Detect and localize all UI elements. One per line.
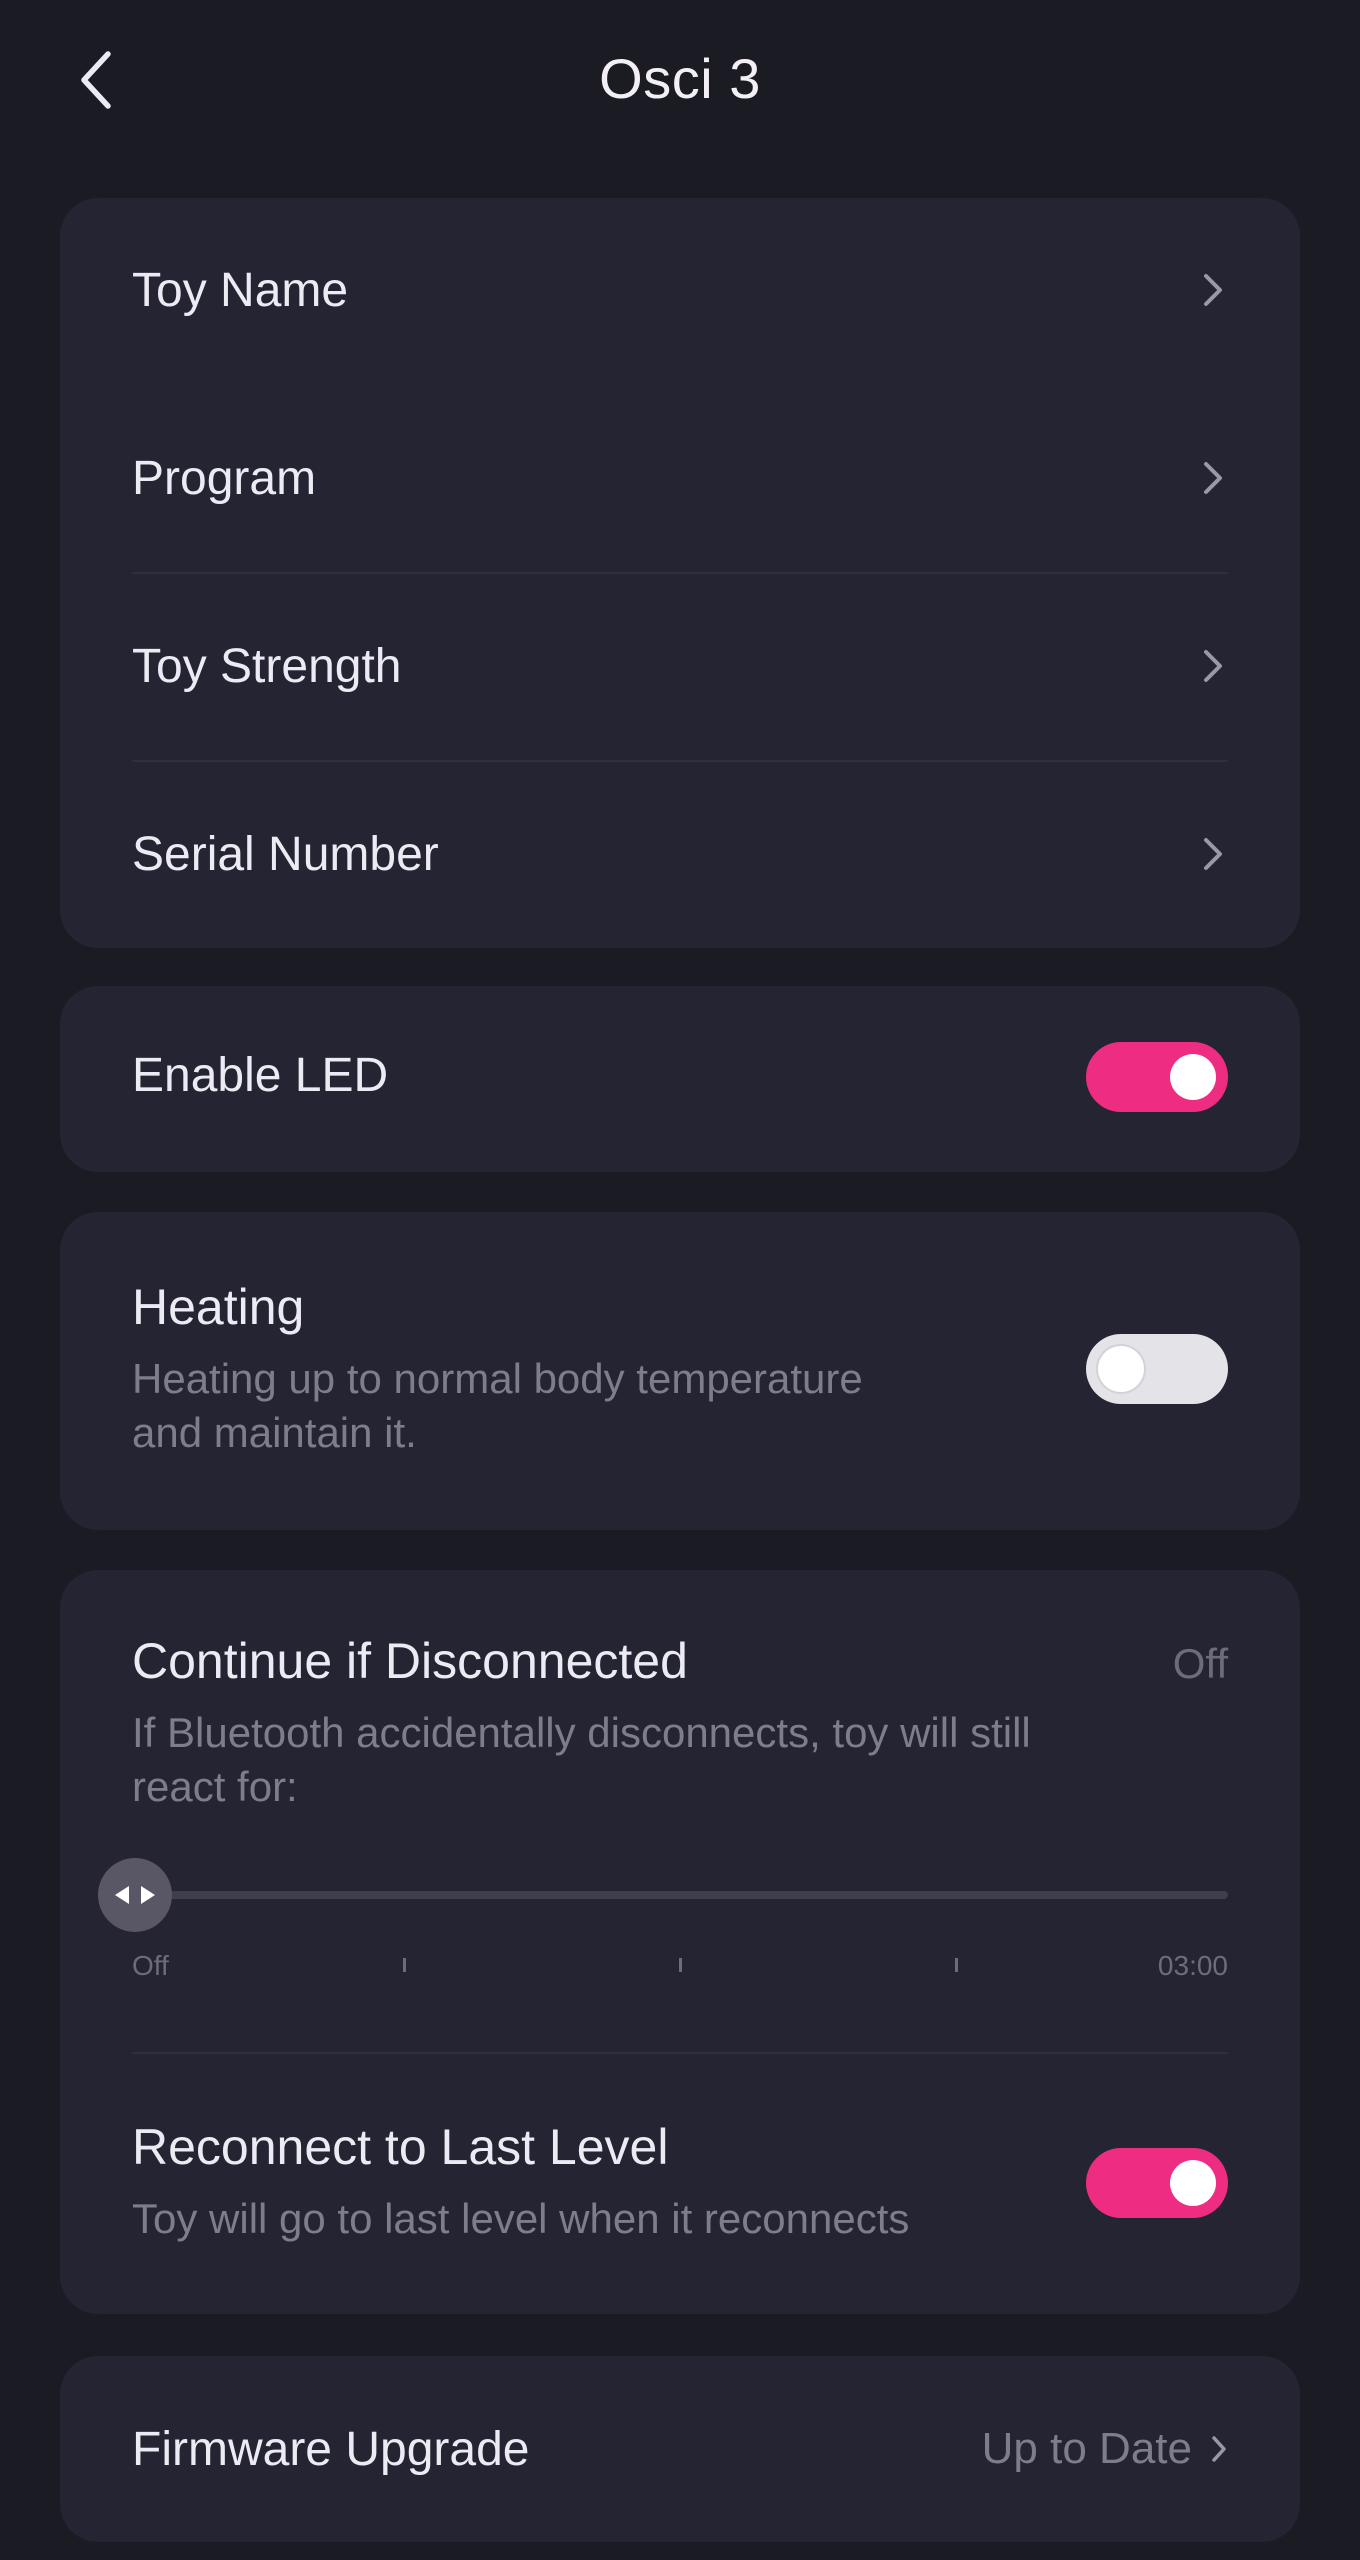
toggle-knob bbox=[1170, 2160, 1216, 2206]
toggle-knob bbox=[1098, 1346, 1144, 1392]
toy-name-row[interactable]: Toy Name bbox=[132, 258, 1228, 322]
reconnect-time-slider[interactable] bbox=[132, 1891, 1228, 1899]
slider-min-label: Off bbox=[132, 1950, 169, 1981]
page-title: Osci 3 bbox=[599, 47, 761, 110]
reconnect-toggle[interactable] bbox=[1086, 2148, 1228, 2218]
serial-number-label: Serial Number bbox=[132, 827, 439, 881]
continue-disconnected-description: If Bluetooth accidentally disconnects, t… bbox=[132, 1706, 1031, 1814]
firmware-card: Firmware Upgrade Up to Date bbox=[60, 2356, 1300, 2542]
chevron-right-icon bbox=[1198, 646, 1228, 686]
heating-title: Heating bbox=[132, 1279, 305, 1335]
enable-led-toggle[interactable] bbox=[1086, 1042, 1228, 1112]
heating-toggle[interactable] bbox=[1086, 1334, 1228, 1404]
chevron-right-icon bbox=[1198, 834, 1228, 874]
slider-tick bbox=[955, 1958, 958, 1972]
firmware-upgrade-label: Firmware Upgrade bbox=[132, 2422, 530, 2476]
slider-max-label: 03:00 bbox=[1157, 1950, 1228, 1981]
drag-arrows-icon bbox=[115, 1886, 155, 1904]
divider bbox=[132, 2052, 1228, 2054]
heating-description-line: and maintain it. bbox=[132, 1409, 417, 1456]
heating-card: Heating Heating up to normal body temper… bbox=[60, 1212, 1300, 1530]
slider-tick bbox=[403, 1958, 406, 1972]
toy-strength-label: Toy Strength bbox=[132, 639, 402, 693]
disconnect-card: Continue if Disconnected Off If Bluetoot… bbox=[60, 1570, 1300, 2314]
firmware-status-group: Up to Date bbox=[982, 2424, 1228, 2474]
heating-description-line: Heating up to normal body temperature bbox=[132, 1355, 863, 1402]
chevron-right-icon bbox=[1198, 270, 1228, 310]
toggle-knob bbox=[1170, 1054, 1216, 1100]
reconnect-title: Reconnect to Last Level bbox=[132, 2119, 669, 2175]
top-bar: Osci 3 bbox=[0, 0, 1360, 170]
continue-disconnected-value: Off bbox=[1172, 1640, 1228, 1687]
chevron-right-icon bbox=[1198, 458, 1228, 498]
reconnect-description: Toy will go to last level when it reconn… bbox=[132, 2195, 910, 2242]
continue-disconnected-title: Continue if Disconnected bbox=[132, 1633, 688, 1689]
program-label: Program bbox=[132, 451, 317, 505]
slider-thumb[interactable] bbox=[98, 1858, 172, 1932]
description-line: react for: bbox=[132, 1763, 298, 1810]
led-card: Enable LED bbox=[60, 986, 1300, 1172]
device-menu-card: Toy Name Program Toy Strength Serial Num… bbox=[60, 198, 1300, 948]
firmware-upgrade-row[interactable]: Firmware Upgrade Up to Date bbox=[132, 2416, 1228, 2482]
enable-led-label: Enable LED bbox=[132, 1049, 389, 1102]
heating-description: Heating up to normal body temperature an… bbox=[132, 1352, 863, 1460]
description-line: If Bluetooth accidentally disconnects, t… bbox=[132, 1709, 1031, 1756]
divider bbox=[132, 572, 1228, 574]
chevron-right-icon bbox=[1212, 2436, 1226, 2462]
divider bbox=[132, 760, 1228, 762]
program-row[interactable]: Program bbox=[132, 446, 1228, 510]
toy-name-label: Toy Name bbox=[132, 263, 349, 317]
slider-tick bbox=[679, 1958, 682, 1972]
firmware-status: Up to Date bbox=[981, 2424, 1192, 2473]
toy-strength-row[interactable]: Toy Strength bbox=[132, 634, 1228, 698]
serial-number-row[interactable]: Serial Number bbox=[132, 822, 1228, 886]
